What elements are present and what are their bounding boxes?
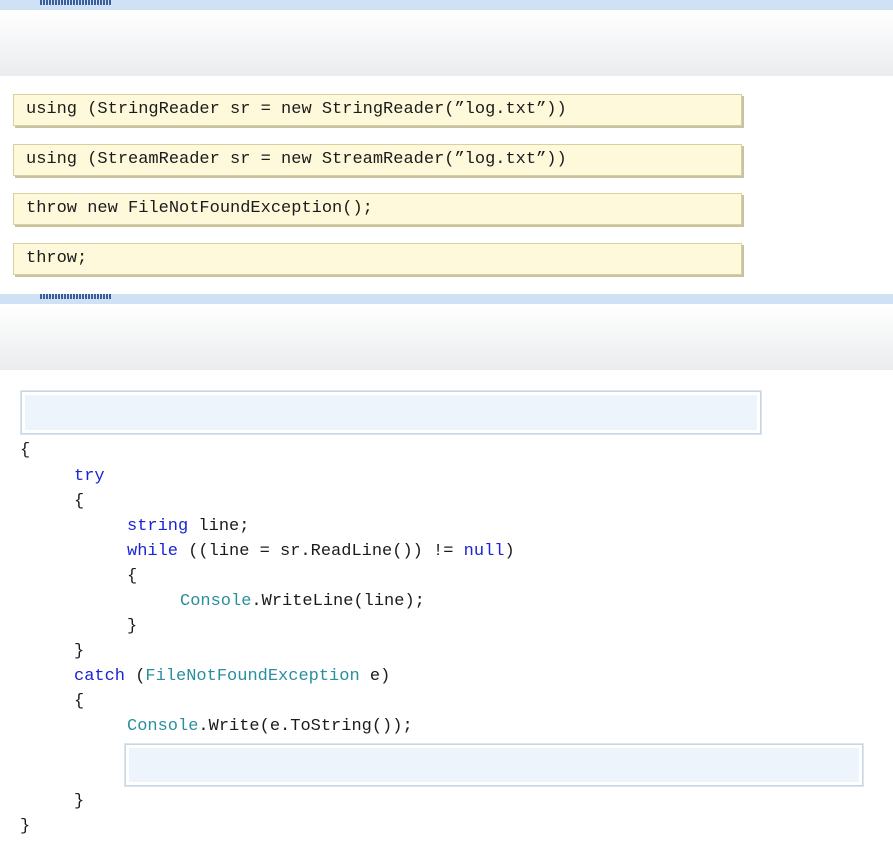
code-close-brace: } bbox=[20, 817, 31, 836]
catch-keyword: catch bbox=[74, 667, 126, 686]
while-condition: ((line = sr.ReadLine()) != bbox=[178, 542, 464, 561]
answer-choices-panel: using (StringReader sr = new StringReade… bbox=[0, 76, 893, 294]
code-try-line: try bbox=[74, 466, 105, 488]
code-while-close-brace: } bbox=[127, 617, 138, 636]
code-catch-line: catch (FileNotFoundException e) bbox=[74, 666, 390, 688]
choice-using-streamreader[interactable]: using (StreamReader sr = new StreamReade… bbox=[13, 144, 742, 176]
choice-throw[interactable]: throw; bbox=[13, 243, 742, 275]
writeline-call: .WriteLine(line); bbox=[251, 592, 425, 611]
try-keyword: try bbox=[74, 467, 105, 486]
answer-section-header bbox=[0, 304, 893, 370]
catch-open-paren: ( bbox=[125, 667, 146, 686]
code-while-open-brace: { bbox=[127, 567, 138, 586]
code-writeline-line: Console.WriteLine(line); bbox=[180, 591, 425, 613]
code-catch-close-brace: } bbox=[74, 792, 85, 811]
choice-using-stringreader[interactable]: using (StringReader sr = new StringReade… bbox=[13, 94, 742, 126]
answer-grip-handle[interactable] bbox=[40, 294, 112, 299]
code-string-line: string line; bbox=[127, 516, 249, 538]
code-try-open-brace: { bbox=[74, 492, 85, 511]
string-keyword: string bbox=[127, 517, 189, 536]
console-type: Console bbox=[180, 592, 252, 611]
choices-grip-handle[interactable] bbox=[40, 0, 112, 5]
drop-target-2[interactable] bbox=[124, 743, 864, 787]
choices-section-header bbox=[0, 10, 893, 76]
string-line-rest: line; bbox=[188, 517, 250, 536]
write-call: .Write(e.ToString()); bbox=[198, 717, 413, 736]
code-answer-area: { try { string line; while ((line = sr.R… bbox=[0, 370, 893, 845]
null-keyword: null bbox=[463, 542, 505, 561]
while-keyword: while bbox=[127, 542, 179, 561]
while-end-paren: ) bbox=[504, 542, 515, 561]
answer-section-bar bbox=[0, 294, 893, 304]
choice-throw-new-exception[interactable]: throw new FileNotFoundException(); bbox=[13, 193, 742, 225]
drag-drop-question: using (StringReader sr = new StringReade… bbox=[0, 0, 893, 845]
choices-section-bar bbox=[0, 0, 893, 10]
console-type: Console bbox=[127, 717, 199, 736]
code-catch-open-brace: { bbox=[74, 692, 85, 711]
code-write-line: Console.Write(e.ToString()); bbox=[127, 716, 413, 738]
drop-target-1[interactable] bbox=[20, 390, 762, 435]
exception-type: FileNotFoundException bbox=[145, 667, 360, 686]
code-open-brace: { bbox=[20, 441, 31, 460]
catch-variable: e) bbox=[359, 667, 391, 686]
code-while-line: while ((line = sr.ReadLine()) != null) bbox=[127, 541, 515, 563]
code-try-close-brace: } bbox=[74, 642, 85, 661]
